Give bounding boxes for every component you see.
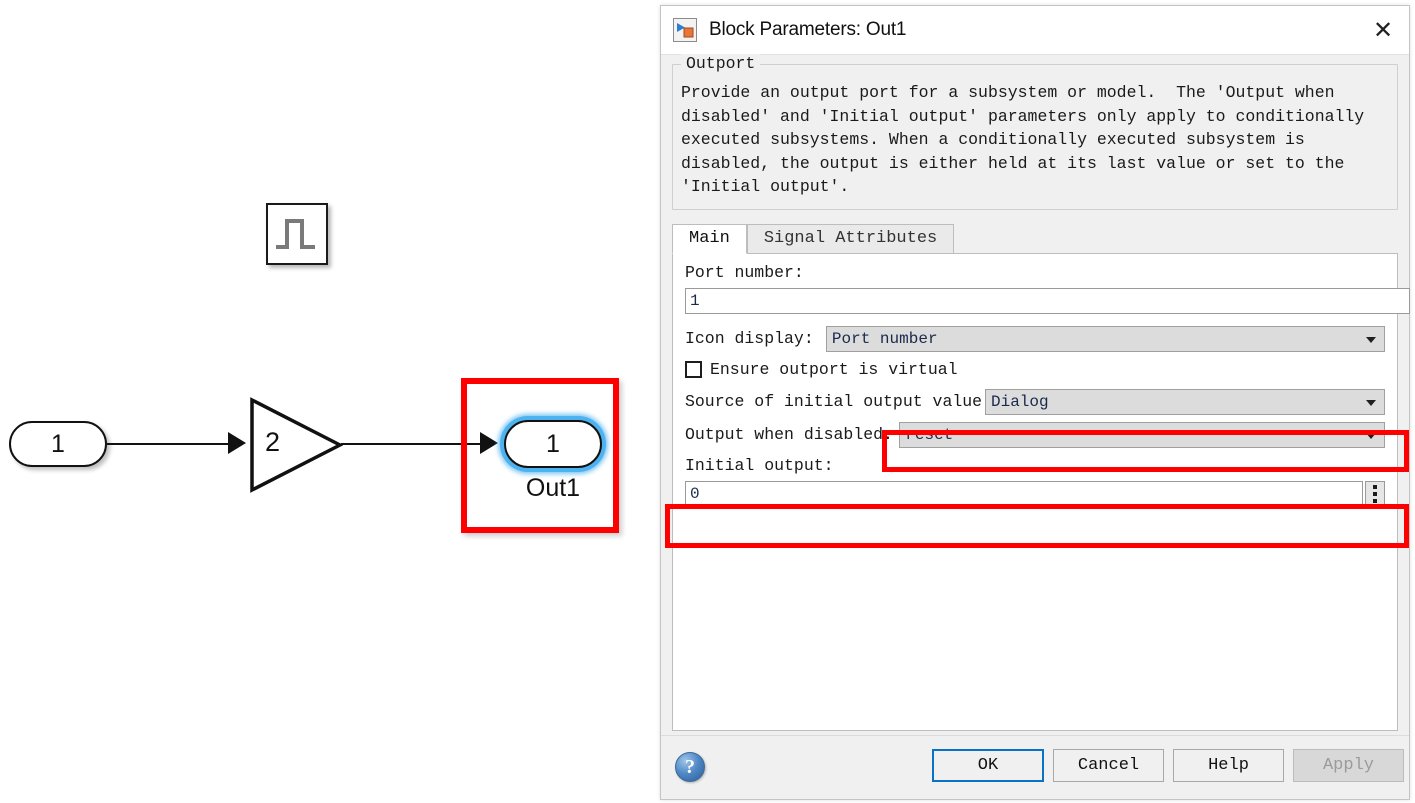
inport-label: 1 xyxy=(51,429,65,458)
source-initial-output-label: Source of initial output value: xyxy=(685,392,992,411)
signal-line-inport-to-gain xyxy=(107,443,240,445)
source-initial-output-value: Dialog xyxy=(991,392,1049,411)
output-when-disabled-combo[interactable]: reset xyxy=(899,421,1385,448)
icon-display-combo[interactable]: Port number xyxy=(825,325,1385,352)
port-number-input[interactable]: 1 xyxy=(685,287,1410,314)
initial-output-more-button[interactable] xyxy=(1364,480,1385,507)
tab-signal-attributes[interactable]: Signal Attributes xyxy=(746,223,955,253)
pulse-generator-block[interactable] xyxy=(266,203,328,265)
cancel-button[interactable]: Cancel xyxy=(1053,749,1164,782)
gain-triangle-icon xyxy=(250,397,344,493)
initial-output-value: 0 xyxy=(690,484,700,503)
description-text: Provide an output port for a subsystem o… xyxy=(681,83,1365,196)
output-when-disabled-label: Output when disabled: xyxy=(685,425,893,444)
arrow-head-gain-input xyxy=(228,432,246,454)
help-button[interactable]: Help xyxy=(1173,749,1284,782)
description-group-title: Outport xyxy=(681,54,761,73)
gain-block[interactable]: 2 xyxy=(249,397,344,493)
inport-block[interactable]: 1 xyxy=(9,421,107,467)
gain-value-label: 2 xyxy=(265,427,281,457)
ensure-outport-virtual-checkbox[interactable] xyxy=(685,360,702,378)
dialog-footer: ? OK Cancel Help Apply xyxy=(661,735,1409,799)
chevron-down-icon xyxy=(1366,399,1376,406)
ok-button[interactable]: OK xyxy=(932,749,1044,782)
port-number-label: Port number: xyxy=(685,262,804,282)
chevron-down-icon xyxy=(1366,432,1376,439)
outport-block[interactable]: 1 Out1 xyxy=(500,416,606,502)
tab-main[interactable]: Main xyxy=(672,223,747,254)
port-number-value: 1 xyxy=(690,291,700,310)
ensure-outport-virtual-row[interactable]: Ensure outport is virtual xyxy=(685,360,1385,379)
outport-block-icon xyxy=(673,18,697,42)
main-tab-panel: Port number: 1 Icon display: Port number… xyxy=(672,253,1410,731)
description-group: Outport Provide an output port for a sub… xyxy=(672,54,1398,210)
help-icon[interactable]: ? xyxy=(675,752,705,782)
block-parameters-dialog: Block Parameters: Out1 ✕ Outport Provide… xyxy=(660,5,1410,800)
tab-strip: Main Signal Attributes xyxy=(672,223,1398,254)
outport-port-label: 1 xyxy=(546,429,560,458)
dialog-title: Block Parameters: Out1 xyxy=(709,19,907,40)
simulink-canvas[interactable]: 1 2 1 Out1 xyxy=(0,0,660,803)
dialog-titlebar: Block Parameters: Out1 ✕ xyxy=(661,6,1409,55)
close-icon[interactable]: ✕ xyxy=(1357,6,1409,54)
apply-button: Apply xyxy=(1293,749,1404,782)
dot-icon xyxy=(1372,498,1377,503)
dot-icon xyxy=(1372,491,1377,496)
chevron-down-icon xyxy=(1366,336,1376,343)
outport-name-label: Out1 xyxy=(525,474,581,502)
initial-output-input[interactable]: 0 xyxy=(685,480,1363,507)
icon-display-value: Port number xyxy=(831,329,938,348)
initial-output-label: Initial output: xyxy=(685,455,834,475)
pulse-waveform-icon xyxy=(276,219,315,249)
source-initial-output-combo[interactable]: Dialog xyxy=(985,388,1385,415)
output-when-disabled-value: reset xyxy=(905,425,954,444)
icon-display-label: Icon display: xyxy=(685,329,814,348)
dot-icon xyxy=(1372,484,1377,489)
ensure-outport-virtual-label: Ensure outport is virtual xyxy=(710,359,958,379)
